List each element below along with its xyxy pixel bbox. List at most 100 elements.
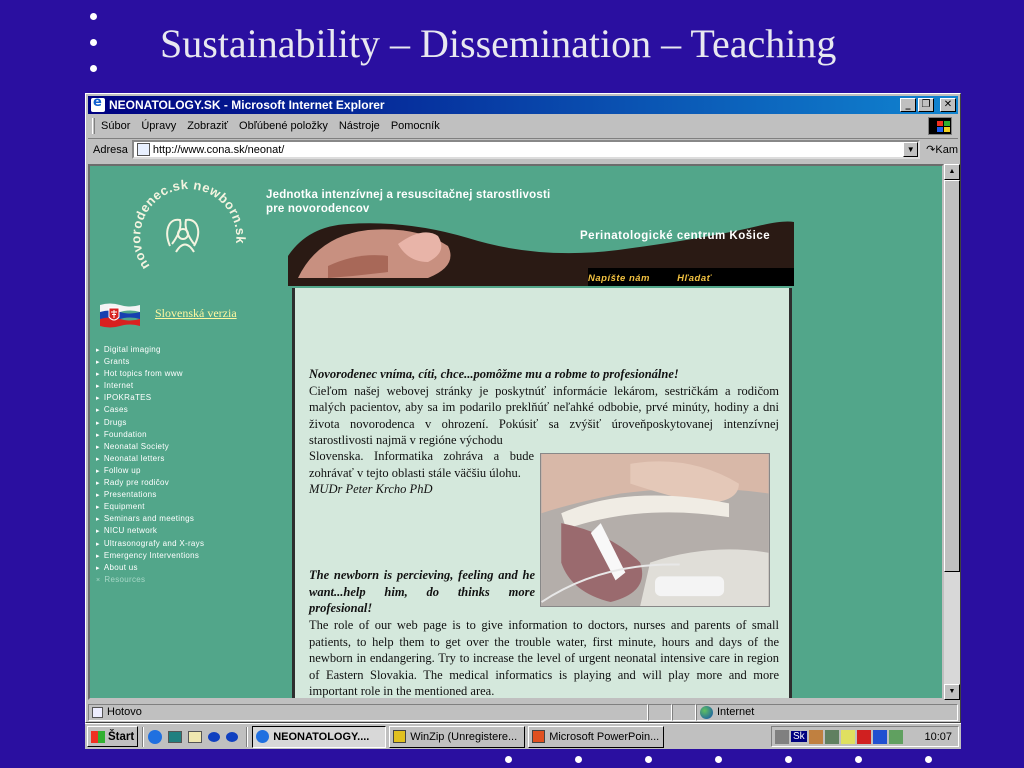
nav-item[interactable]: Foundation	[96, 429, 204, 441]
clock[interactable]: 10:07	[924, 731, 952, 743]
tray-icon[interactable]	[872, 729, 887, 744]
start-button[interactable]: Štart	[87, 726, 139, 747]
channels-launch-icon[interactable]	[208, 731, 221, 742]
address-url: http://www.cona.sk/neonat/	[152, 143, 285, 156]
header-line-2: pre novorodencov	[266, 203, 370, 215]
tray-icon[interactable]	[888, 729, 903, 744]
task-label: Microsoft PowerPoin...	[549, 730, 660, 743]
address-bar: Adresa http://www.cona.sk/neonat/ ▼ ↷Kam	[88, 138, 958, 160]
slide-title: Sustainability – Dissemination – Teachin…	[160, 21, 837, 66]
go-button[interactable]: ↷Kam	[926, 143, 958, 156]
menu-help[interactable]: Pomocník	[391, 120, 440, 132]
menu-file[interactable]: Súbor	[101, 120, 130, 132]
nav-item[interactable]: Drugs	[96, 417, 204, 429]
task-button-winzip[interactable]: WinZip (Unregistere...	[389, 725, 526, 748]
nav-item[interactable]: IPOKRaTES	[96, 392, 204, 404]
menu-bar: Súbor Úpravy Zobraziť Obľúbené položky N…	[88, 116, 958, 136]
status-text: Hotovo	[107, 706, 142, 718]
nav-item-resources[interactable]: Resources	[96, 574, 204, 586]
newborn-photo	[540, 453, 770, 607]
tray-icon[interactable]	[856, 729, 871, 744]
volume-icon[interactable]	[840, 729, 855, 744]
slovak-flag-icon[interactable]	[100, 302, 140, 328]
menu-tools[interactable]: Nástroje	[339, 120, 380, 132]
nav-item[interactable]: Neonatal Society	[96, 441, 204, 453]
nav-item[interactable]: Neonatal letters	[96, 453, 204, 465]
nav-item[interactable]: Hot topics from www	[96, 368, 204, 380]
nav-item[interactable]: Follow up	[96, 465, 204, 477]
tray-icon[interactable]	[808, 729, 823, 744]
slovak-version-link[interactable]: Slovenská verzia	[155, 306, 237, 321]
ie-launch-icon[interactable]	[148, 729, 163, 744]
nav-item[interactable]: Digital imaging	[96, 344, 204, 356]
footer-dot	[855, 756, 862, 763]
ie-icon	[256, 730, 270, 743]
windows-logo-icon	[928, 117, 952, 135]
page-icon	[92, 706, 103, 718]
nav-item[interactable]: Ultrasonografy and X-rays	[96, 538, 204, 550]
tray-icon[interactable]	[775, 729, 789, 744]
write-us-link[interactable]: Napíšte nám	[588, 273, 650, 284]
footer-dot	[925, 756, 932, 763]
menu-favorites[interactable]: Obľúbené položky	[239, 120, 328, 132]
menu-view[interactable]: Zobraziť	[187, 120, 228, 132]
slide-bullet	[90, 65, 97, 72]
logo-text: novorodenec.sk newborn.sk	[128, 177, 248, 273]
powerpoint-icon	[532, 730, 546, 743]
language-indicator[interactable]: Sk	[791, 731, 807, 742]
footer-dot	[645, 756, 652, 763]
status-cell	[648, 703, 672, 721]
close-button[interactable]: ✕	[940, 98, 956, 112]
nav-item[interactable]: NICU network	[96, 525, 204, 537]
minimize-button[interactable]: _	[900, 98, 916, 112]
browser-titlebar[interactable]: NEONATOLOGY.SK - Microsoft Internet Expl…	[88, 95, 958, 114]
site-logo[interactable]: novorodenec.sk newborn.sk	[120, 174, 250, 284]
header-line-1: Jednotka intenzívnej a resuscitačnej sta…	[266, 189, 551, 201]
scroll-thumb[interactable]	[944, 180, 960, 572]
nav-item[interactable]: Equipment	[96, 501, 204, 513]
search-link[interactable]: Hľadať	[677, 273, 712, 284]
address-dropdown-button[interactable]: ▼	[903, 142, 919, 157]
desktop-launch-icon[interactable]	[168, 730, 183, 743]
nav-item[interactable]: Seminars and meetings	[96, 513, 204, 525]
taskbar-divider	[142, 726, 145, 747]
task-button-ie[interactable]: NEONATOLOGY....	[252, 725, 387, 748]
en-heading: The newborn is percieving, feeling and h…	[309, 568, 535, 615]
footer-dot	[505, 756, 512, 763]
nav-item[interactable]: Grants	[96, 356, 204, 368]
outlook-launch-icon[interactable]	[188, 730, 203, 743]
signature: MUDr Peter Krcho PhD	[309, 482, 433, 496]
restore-button[interactable]: ❐	[918, 98, 934, 112]
sk-body-b: Slovenska. Informatika zohráva a bude zo…	[309, 449, 534, 480]
scroll-down-button[interactable]: ▼	[944, 684, 960, 700]
scroll-up-button[interactable]: ▲	[944, 164, 960, 180]
quicklaunch-icon[interactable]	[226, 731, 239, 742]
footer-dot	[575, 756, 582, 763]
nav-item[interactable]: Rady pre rodičov	[96, 477, 204, 489]
nav-item[interactable]: Internet	[96, 380, 204, 392]
top-links: Napíšte nám Hľadať	[588, 273, 736, 284]
svg-text:novorodenec.sk newborn.sk: novorodenec.sk newborn.sk	[128, 177, 248, 273]
status-bar: Hotovo Internet	[88, 702, 958, 722]
taskbar-divider	[246, 726, 249, 747]
task-button-powerpoint[interactable]: Microsoft PowerPoin...	[528, 725, 665, 748]
sk-heading: Novorodenec vníma, cíti, chce...pomôžme …	[309, 367, 679, 381]
system-tray: Sk 10:07	[771, 726, 959, 747]
task-label: NEONATOLOGY....	[273, 730, 370, 743]
windows-logo-icon	[91, 730, 105, 743]
browser-title: NEONATOLOGY.SK - Microsoft Internet Expl…	[109, 98, 385, 112]
start-label: Štart	[108, 730, 135, 743]
nav-item[interactable]: Presentations	[96, 489, 204, 501]
tray-icon[interactable]	[824, 729, 839, 744]
slide-bullet	[90, 13, 97, 20]
nav-item[interactable]: Emergency Interventions	[96, 550, 204, 562]
site-header: Jednotka intenzívnej a resuscitačnej sta…	[266, 188, 550, 216]
nav-item[interactable]: About us	[96, 562, 204, 574]
nav-item[interactable]: Cases	[96, 404, 204, 416]
slide-footer-dots	[505, 756, 932, 763]
toolbar-grip[interactable]	[92, 118, 95, 134]
menu-edit[interactable]: Úpravy	[141, 120, 176, 132]
address-input[interactable]: http://www.cona.sk/neonat/ ▼	[131, 140, 921, 159]
footer-dot	[715, 756, 722, 763]
vertical-scrollbar[interactable]: ▲ ▼	[944, 164, 960, 700]
